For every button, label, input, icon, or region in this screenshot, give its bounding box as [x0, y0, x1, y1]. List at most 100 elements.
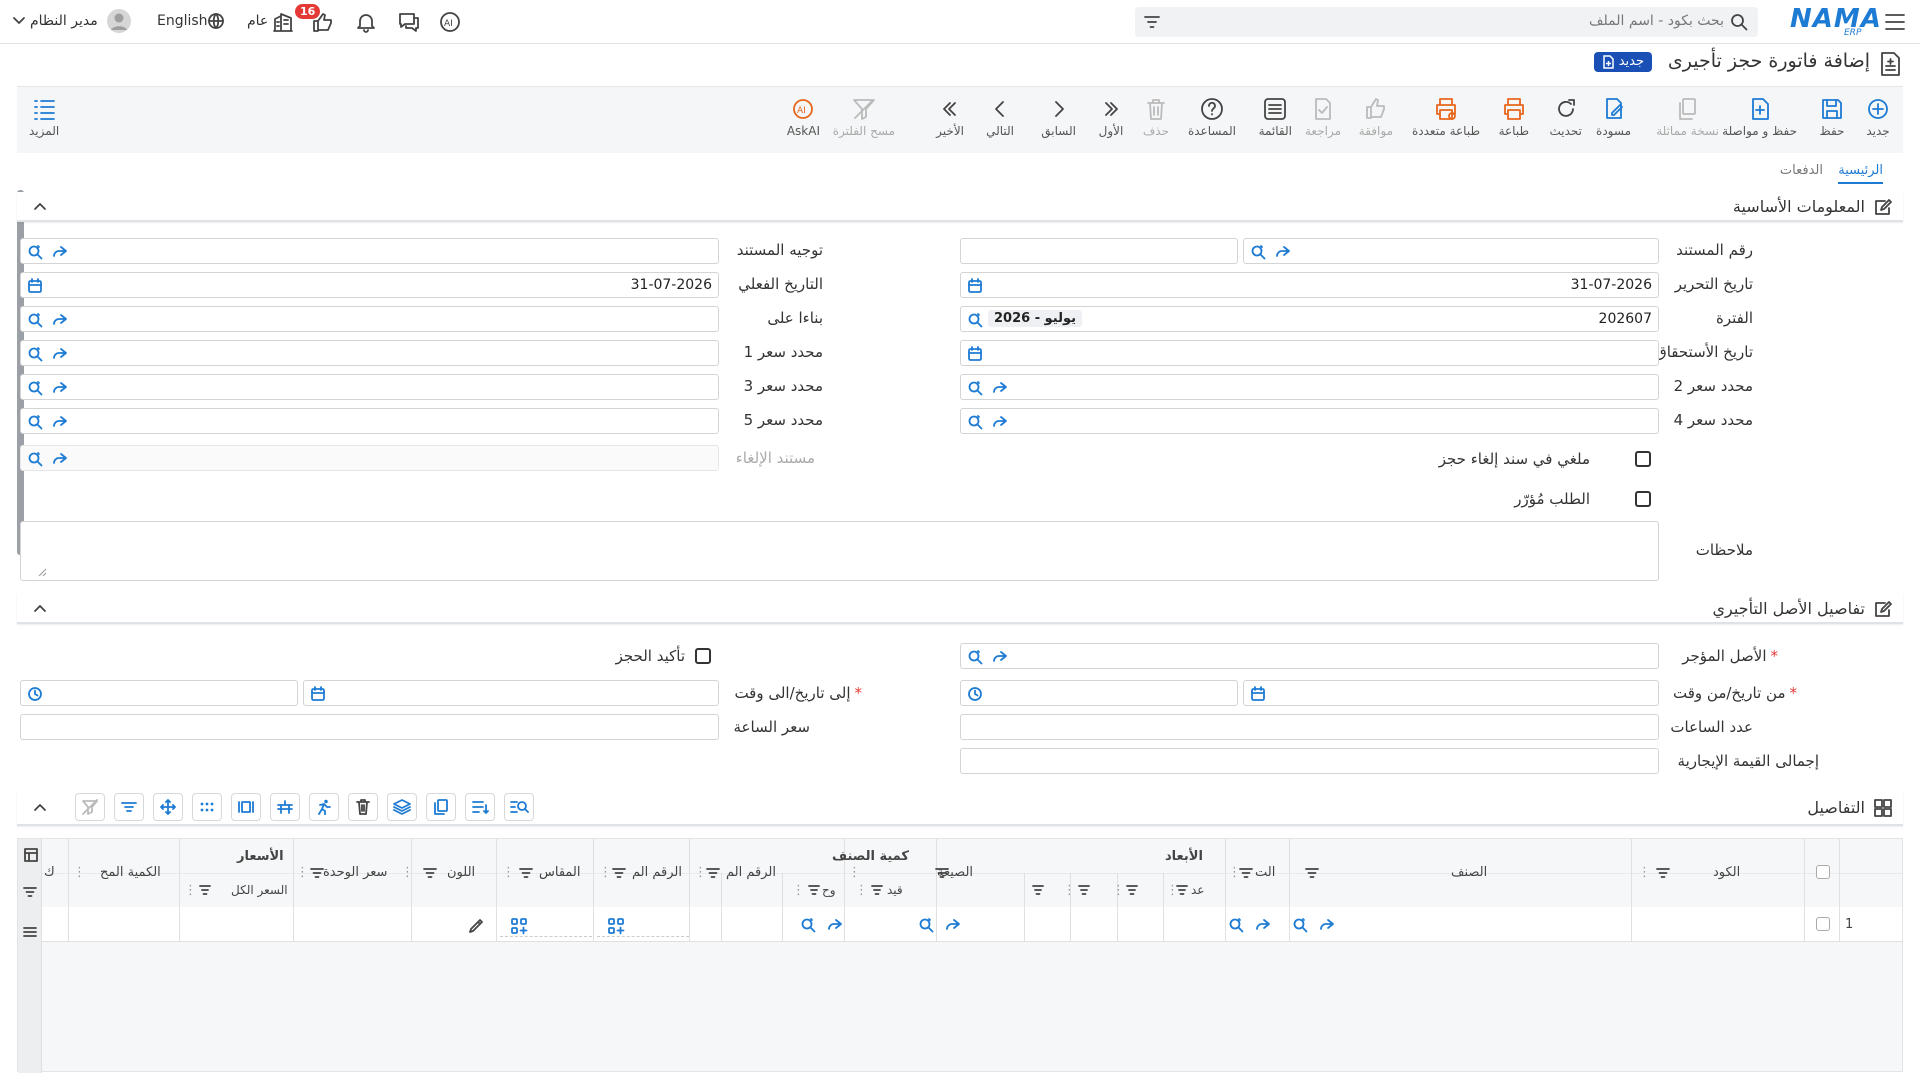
forward-icon[interactable]	[991, 649, 1009, 665]
header-size[interactable]: المقاس	[539, 865, 581, 880]
delete-button[interactable]: حذف	[1143, 97, 1169, 138]
globe-icon[interactable]	[207, 12, 225, 30]
askai-button[interactable]: AI AskAI	[787, 97, 820, 138]
notes-textarea[interactable]	[20, 521, 1659, 581]
next-button[interactable]: التالي	[986, 97, 1014, 138]
asset-field[interactable]	[960, 643, 1659, 669]
forward-icon[interactable]	[1318, 917, 1336, 933]
select-all-checkbox[interactable]	[1816, 865, 1830, 879]
column-menu-icon[interactable]: ⋮	[296, 865, 309, 880]
price-5-field[interactable]	[20, 408, 719, 434]
refresh-button[interactable]: تحديث	[1549, 97, 1582, 138]
delete-row-button[interactable]	[348, 793, 378, 821]
table-layout-button[interactable]	[270, 793, 300, 821]
duplicate-button[interactable]: نسخة مماثلة	[1656, 97, 1719, 138]
first-button[interactable]: الأول	[1098, 97, 1124, 138]
copy-row-button[interactable]	[426, 793, 456, 821]
total-value-field[interactable]	[960, 748, 1659, 774]
header-unit-price[interactable]: سعر الوحدة	[323, 865, 387, 880]
price-4-field[interactable]	[960, 408, 1659, 434]
previous-button[interactable]: السابق	[1041, 97, 1076, 138]
menu-icon[interactable]	[1884, 12, 1906, 32]
column-menu-icon[interactable]: ⋮	[694, 865, 707, 880]
filter-icon[interactable]	[423, 866, 437, 880]
filter-icon[interactable]	[935, 866, 949, 880]
due-date-field[interactable]	[960, 340, 1659, 366]
search-icon[interactable]	[967, 649, 985, 665]
more-button[interactable]: المزيد	[29, 97, 59, 138]
search-icon[interactable]	[967, 414, 985, 430]
doc-direction-field[interactable]	[20, 238, 719, 264]
header-count[interactable]: عد	[1191, 883, 1204, 897]
serial-cell[interactable]	[500, 915, 592, 937]
tab-main[interactable]: الرئيسية	[1838, 163, 1883, 184]
user-name[interactable]: مدير النظام	[30, 13, 98, 29]
new-button[interactable]: جديد	[1865, 97, 1891, 138]
column-menu-icon[interactable]: ⋮	[184, 883, 197, 898]
forward-icon[interactable]	[944, 917, 962, 933]
header-item[interactable]: الصنف	[1451, 865, 1487, 880]
chevron-down-icon[interactable]	[12, 16, 26, 26]
column-menu-icon[interactable]: ⋮	[848, 865, 861, 880]
column-menu-icon[interactable]: ⋮	[1063, 883, 1076, 898]
resize-handle-icon[interactable]	[37, 567, 47, 577]
search-icon[interactable]	[967, 380, 985, 396]
column-menu-icon[interactable]: ⋮	[1166, 883, 1179, 898]
column-menu-icon[interactable]: ⋮	[855, 883, 868, 898]
company-icon[interactable]	[272, 11, 294, 33]
filter-icon[interactable]	[310, 866, 324, 880]
search-icon[interactable]	[800, 917, 818, 933]
hours-field[interactable]	[960, 714, 1659, 740]
layers-button[interactable]	[387, 793, 417, 821]
header-serial-1[interactable]: الرقم الم	[726, 865, 776, 880]
filter-icon[interactable]	[1239, 866, 1253, 880]
search-input[interactable]: بحث بكود - اسم الملف	[1135, 7, 1758, 37]
move-button[interactable]	[153, 793, 183, 821]
from-time-field[interactable]	[960, 680, 1238, 706]
actual-date-field[interactable]: 31-07-2026	[20, 272, 719, 298]
header-unit[interactable]: وح	[822, 883, 836, 897]
filter-icon[interactable]	[871, 884, 883, 896]
filter-icon[interactable]	[23, 886, 37, 898]
color-picker-icon[interactable]	[468, 918, 484, 934]
search-icon[interactable]	[967, 312, 985, 328]
header-color[interactable]: اللون	[447, 865, 475, 880]
chevron-up-icon[interactable]	[33, 603, 47, 613]
fit-columns-button[interactable]	[231, 793, 261, 821]
serial-cell[interactable]	[597, 915, 689, 937]
save-continue-button[interactable]: حفظ و مواصلة	[1722, 97, 1797, 138]
avatar[interactable]	[106, 8, 132, 34]
filter-icon[interactable]	[706, 866, 720, 880]
scope-label[interactable]: عام	[247, 13, 268, 29]
header-t[interactable]: الت	[1255, 865, 1275, 880]
doc-number-extra-field[interactable]	[960, 238, 1238, 264]
search-rows-button[interactable]	[504, 793, 534, 821]
search-icon[interactable]	[27, 312, 45, 328]
hour-price-field[interactable]	[20, 714, 719, 740]
run-button[interactable]	[309, 793, 339, 821]
filter-icon[interactable]	[199, 884, 211, 896]
dots-grid-button[interactable]	[192, 793, 222, 821]
edit-date-field[interactable]: 31-07-2026	[960, 272, 1659, 298]
search-icon[interactable]	[27, 244, 45, 260]
sort-rows-button[interactable]	[465, 793, 495, 821]
calendar-icon[interactable]	[967, 346, 983, 362]
confirm-booking-checkbox[interactable]	[695, 648, 711, 664]
header-qty-shown[interactable]: الكمية المح	[100, 865, 161, 880]
chevron-up-icon[interactable]	[33, 201, 47, 211]
calendar-icon[interactable]	[1250, 686, 1266, 702]
archived-checkbox[interactable]	[1635, 491, 1651, 507]
header-code[interactable]: الكود	[1713, 865, 1740, 880]
price-2-field[interactable]	[960, 374, 1659, 400]
price-3-field[interactable]	[20, 374, 719, 400]
search-icon[interactable]	[27, 346, 45, 362]
tab-payments[interactable]: الدفعات	[1780, 163, 1823, 178]
price-1-field[interactable]	[20, 340, 719, 366]
search-icon[interactable]	[27, 380, 45, 396]
language-switch[interactable]: English	[157, 13, 208, 29]
clock-icon[interactable]	[967, 686, 983, 702]
calendar-icon[interactable]	[310, 686, 326, 702]
column-menu-icon[interactable]: ⋮	[792, 883, 805, 898]
filter-icon[interactable]	[1143, 14, 1161, 30]
draft-button[interactable]: مسودة	[1596, 97, 1631, 138]
